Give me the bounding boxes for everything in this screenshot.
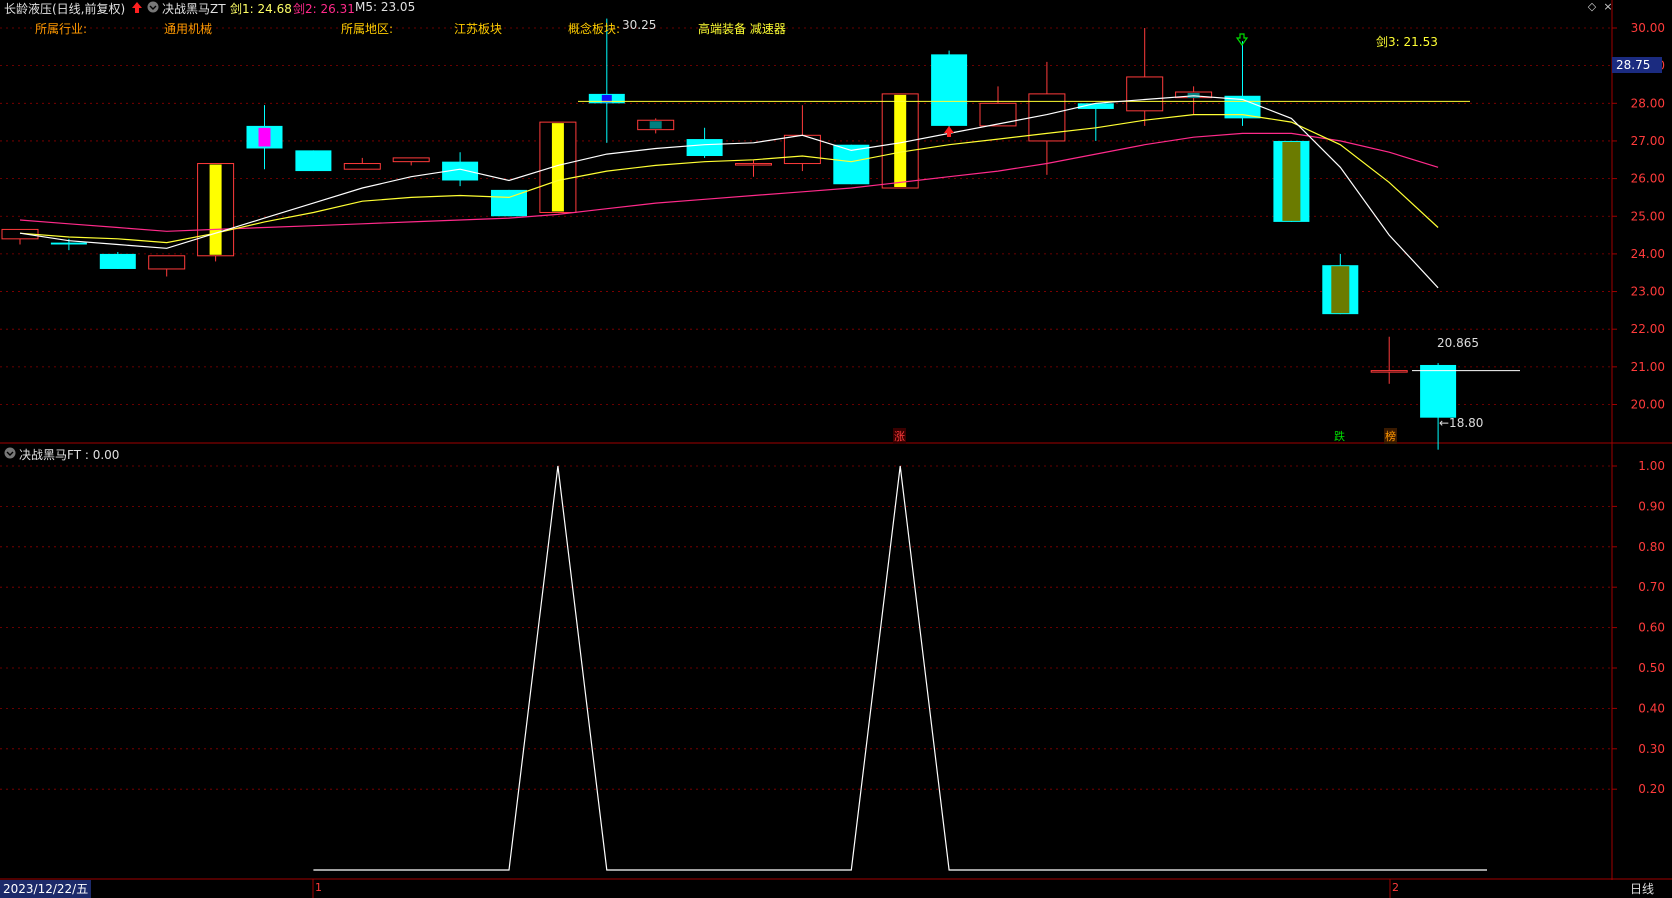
lower-axis-label: 0.20 xyxy=(1638,782,1665,796)
footer-marker-2: 2 xyxy=(1392,881,1399,894)
die-marker: 跌 xyxy=(1334,430,1345,443)
jian1-value: 剑1: 24.68 xyxy=(230,2,292,16)
lower-axis-label: 0.70 xyxy=(1638,580,1665,594)
candle-body-down xyxy=(99,253,136,269)
footer-marker-1: 1 xyxy=(315,881,322,894)
candle-body-up xyxy=(735,163,772,166)
lower-axis-label: 0.40 xyxy=(1638,701,1665,715)
up-arrow-marker-icon xyxy=(944,126,954,137)
upper-axis-label: 27.00 xyxy=(1631,134,1665,148)
candle-body-down xyxy=(931,54,968,126)
candle-body-down xyxy=(491,189,527,217)
lower-axis-label: 0.50 xyxy=(1638,661,1665,675)
stock-title: 长龄液压(日线,前复权) xyxy=(4,2,126,16)
date-label: 2023/12/22/五 xyxy=(0,880,92,898)
signal-bar xyxy=(209,164,222,255)
concept-label: 概念板块: xyxy=(568,22,621,36)
signal-bar xyxy=(1282,141,1301,221)
candle-body-up xyxy=(979,102,1017,127)
upper-axis-label: 28.00 xyxy=(1631,96,1665,110)
jian3-value: 剑3: 21.53 xyxy=(1376,35,1438,49)
signal-bar xyxy=(649,121,662,129)
region-label: 所属地区: xyxy=(341,22,394,36)
current-price-tag: 28.75 xyxy=(1612,57,1662,73)
upper-axis-label: 25.00 xyxy=(1631,209,1665,223)
candle-body-up xyxy=(1370,370,1408,373)
upper-axis-label: 24.00 xyxy=(1631,247,1665,261)
diamond-icon[interactable]: ◇ xyxy=(1586,1,1598,13)
zhang-marker: 涨 xyxy=(893,428,906,444)
lower-axis-label: 1.00 xyxy=(1638,459,1665,473)
region-value: 江苏板块 xyxy=(454,22,503,36)
signal-bar xyxy=(1331,266,1350,314)
upper-axis-label: 26.00 xyxy=(1631,172,1665,186)
low-price-label: ←18.80 xyxy=(1439,416,1484,430)
candle-body-up xyxy=(343,163,381,170)
candle-body-up xyxy=(1126,76,1164,112)
candle-body-down xyxy=(295,150,332,172)
m5-value: M5: 23.05 xyxy=(355,0,416,14)
candle-body-up xyxy=(148,255,186,270)
candle-body-down xyxy=(50,242,87,245)
industry-value: 通用机械 xyxy=(164,22,213,36)
indicator-name[interactable]: 决战黑马ZT xyxy=(162,0,226,17)
indicator-dropdown-icon[interactable] xyxy=(147,1,159,13)
lower-axis-label: 0.90 xyxy=(1638,499,1665,513)
red-up-arrow-icon xyxy=(132,2,142,13)
signal-bar xyxy=(894,94,907,188)
period-label[interactable]: 日线 xyxy=(1612,880,1672,898)
chart-canvas: 30.0029.0028.0027.0026.0025.0024.0023.00… xyxy=(0,0,1672,898)
lower-indicator-dropdown-icon[interactable] xyxy=(4,447,16,459)
close-icon[interactable]: × xyxy=(1602,1,1614,13)
upper-axis-label: 21.00 xyxy=(1631,360,1665,374)
upper-axis-label: 23.00 xyxy=(1631,285,1665,299)
candle-body-down xyxy=(1420,364,1457,418)
lower-indicator-label: 决战黑马FT : 0.00 xyxy=(19,448,120,462)
upper-axis-label: 22.00 xyxy=(1631,322,1665,336)
upper-axis-label: 20.00 xyxy=(1631,398,1665,412)
close-price-label: 20.865 xyxy=(1437,336,1479,350)
jian2-value: 剑2: 26.31 xyxy=(293,2,355,16)
concept-value: 高端装备 减速器 xyxy=(698,22,786,36)
bang-marker: 榜 xyxy=(1384,428,1397,444)
industry-label: 所属行业: xyxy=(35,22,88,36)
candle-body-up xyxy=(392,157,430,163)
signal-bar xyxy=(258,127,271,147)
high-price-label: 30.25 xyxy=(622,18,657,32)
candle-body-down xyxy=(686,139,723,157)
lower-axis-label: 0.80 xyxy=(1638,540,1665,554)
lower-axis-label: 0.30 xyxy=(1638,742,1665,756)
upper-axis-label: 30.00 xyxy=(1631,21,1665,35)
lower-axis-label: 0.60 xyxy=(1638,621,1665,635)
